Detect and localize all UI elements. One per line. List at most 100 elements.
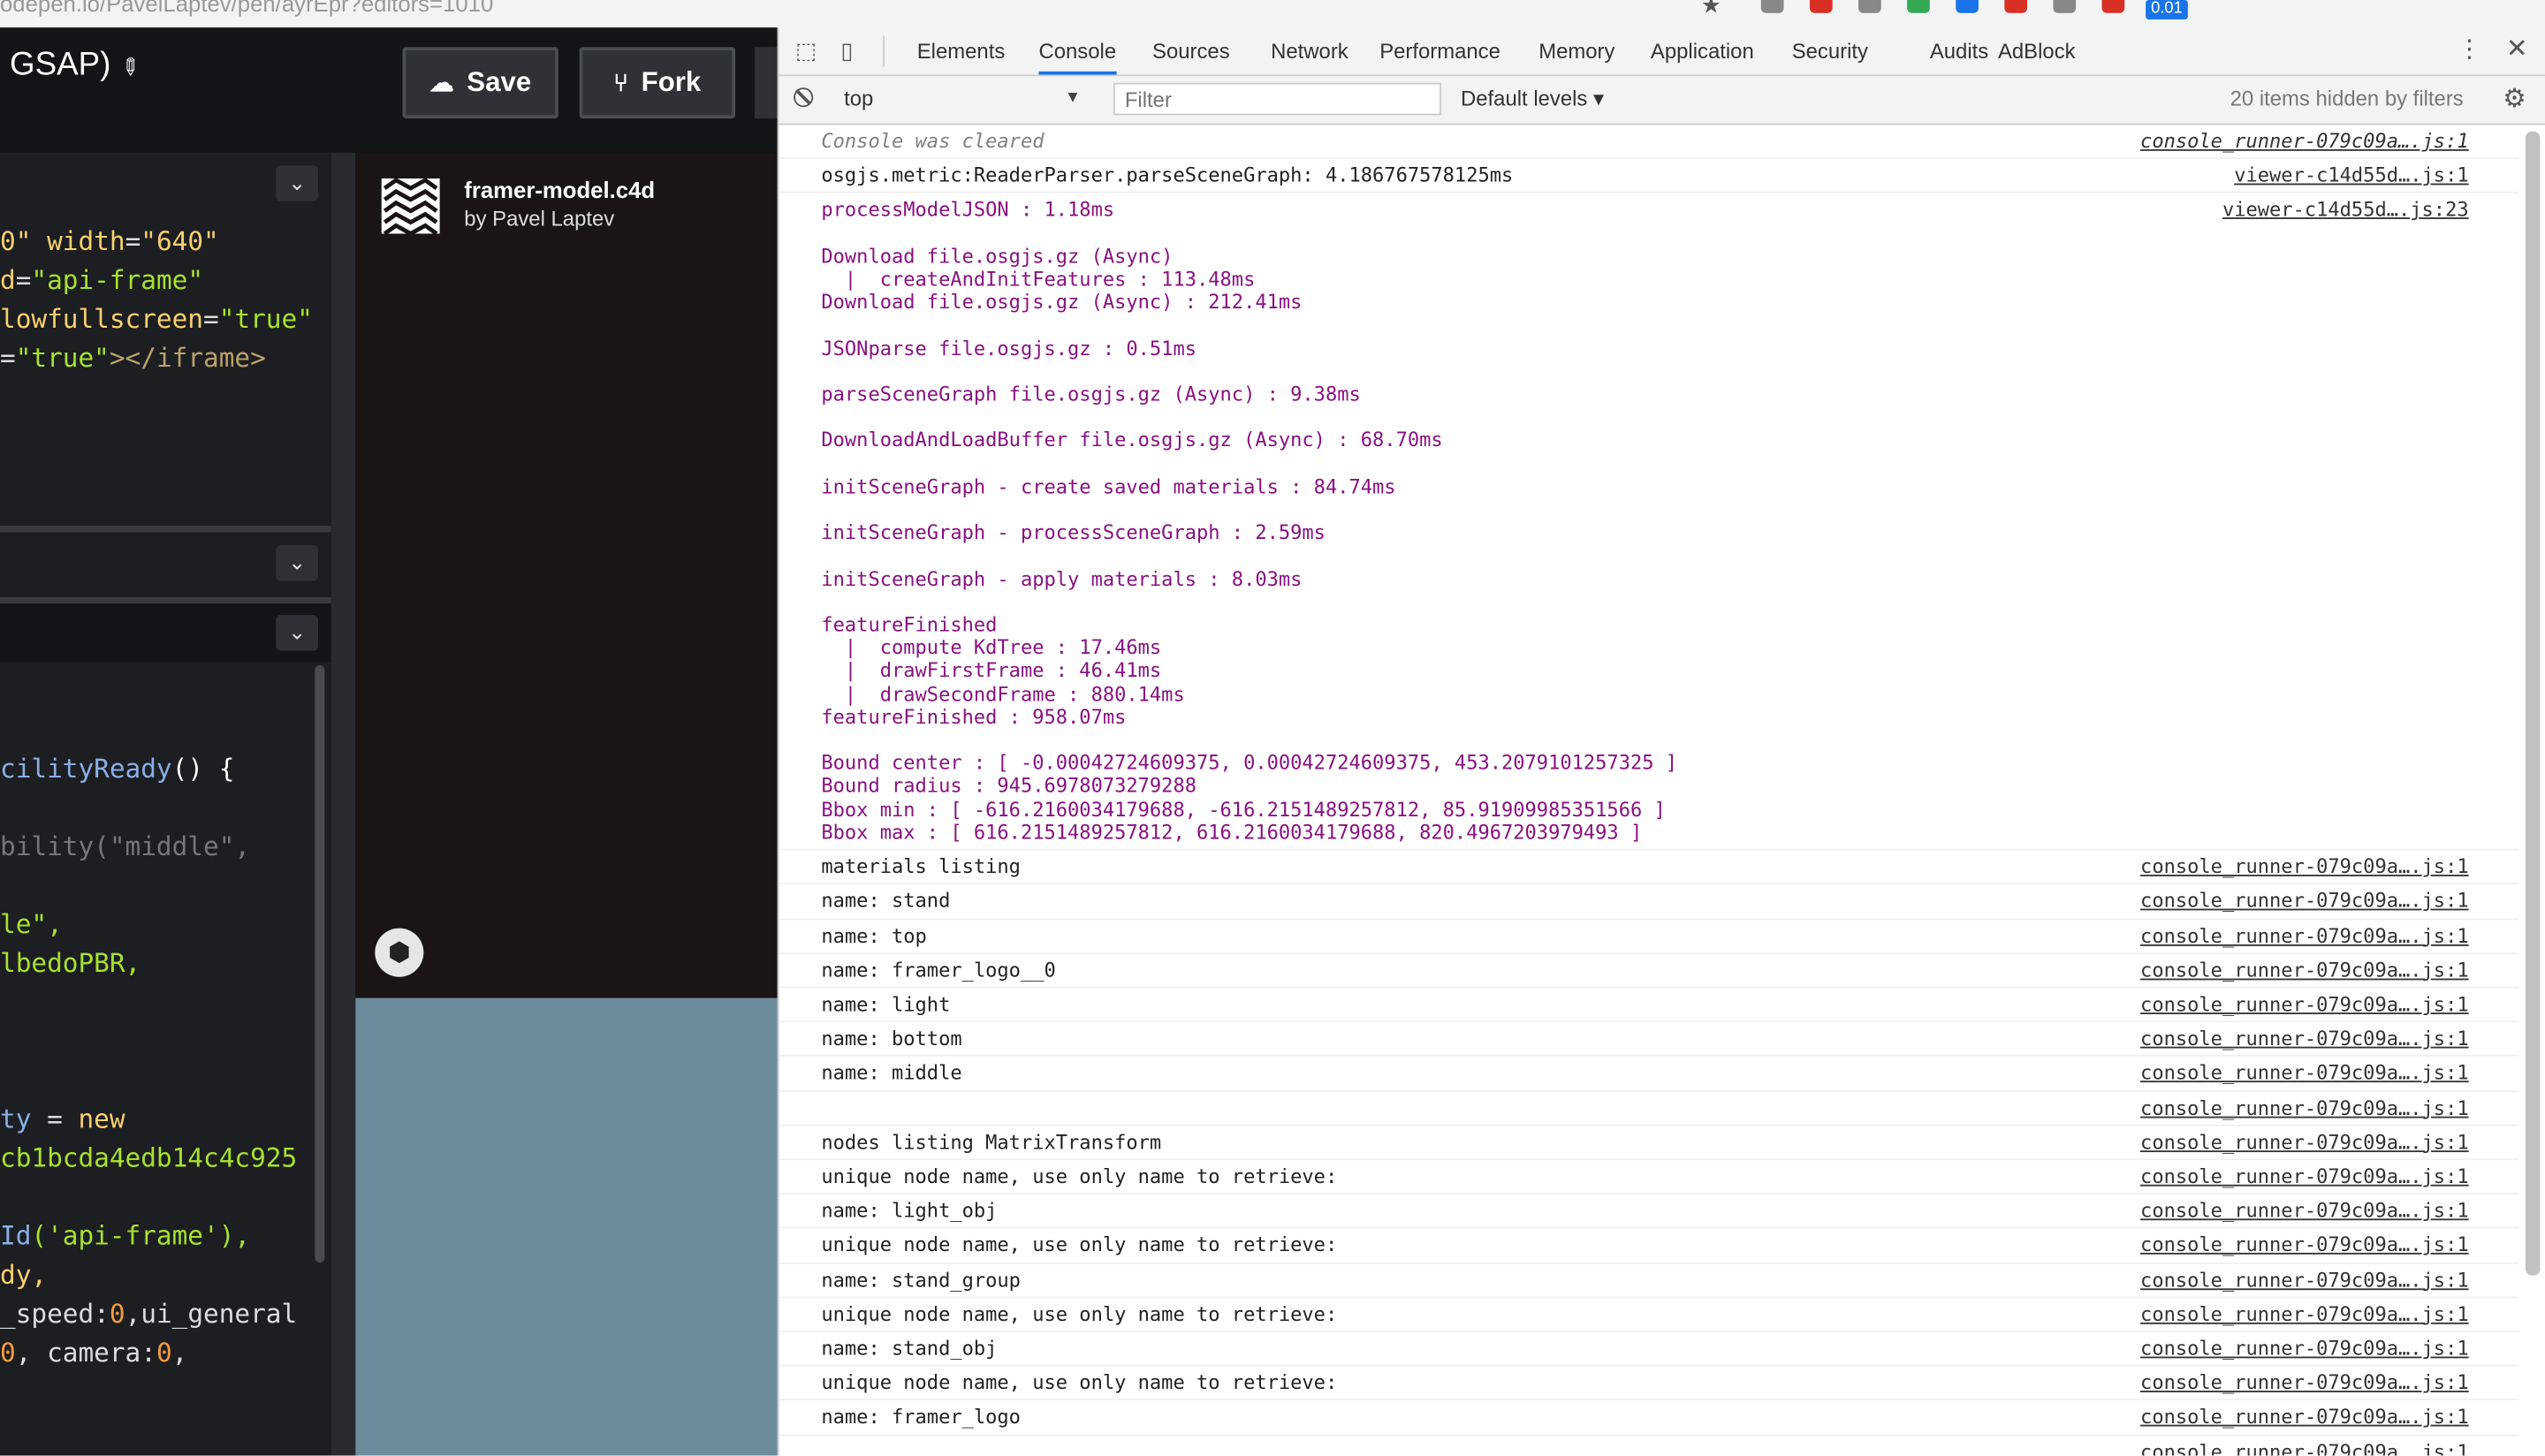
tab-security[interactable]: Security [1792, 27, 1868, 74]
console-message[interactable]: materials listing console_runner-079c09a…… [779, 851, 2519, 885]
source-link[interactable]: console_runner-079c09a….js:1 [2140, 1165, 2469, 1188]
code-line[interactable]: d="api-frame" [0, 264, 203, 295]
code-line[interactable]: cilityReady() { [0, 753, 234, 784]
console-message[interactable]: name: light_obj console_runner-079c09a….j… [779, 1194, 2519, 1229]
more-button[interactable] [755, 47, 778, 119]
code-line[interactable]: cb1bcda4edb14c4c925 [0, 1142, 297, 1173]
console-message[interactable]: unique node name, use only name to retri… [779, 1229, 2519, 1263]
tab-sources[interactable]: Sources [1152, 27, 1230, 74]
console-message[interactable]: name: top console_runner-079c09a….js:1 [779, 919, 2519, 954]
code-line[interactable]: _speed:0,ui_general [0, 1298, 297, 1329]
console-message[interactable]: nodes listing MatrixTransform console_run… [779, 1126, 2519, 1161]
tab-memory[interactable]: Memory [1538, 27, 1614, 74]
console-scrollbar[interactable] [2525, 131, 2541, 1276]
model-name[interactable]: framer-model.c4d [464, 177, 655, 202]
dropdown-arrow-icon[interactable]: ▼ [1065, 83, 1081, 116]
source-link[interactable]: console_runner-079c09a….js:1 [2140, 1268, 2469, 1291]
console-message[interactable]: osgjs.metric:ReaderParser.parseSceneGrap… [779, 159, 2519, 194]
code-line[interactable]: bility("middle", [0, 830, 250, 861]
html-editor[interactable]: ⌄ 0" width="640" d="api-frame" lowfullscre… [0, 152, 331, 527]
extension-icon[interactable] [1809, 0, 1833, 13]
source-link[interactable]: console_runner-079c09a….js:1 [2140, 1131, 2469, 1154]
fork-button[interactable]: ⑂ Fork [579, 47, 736, 119]
console-log[interactable]: Console was cleared console_runner-079c09… [779, 125, 2519, 1456]
source-link[interactable]: console_runner-079c09a….js:1 [2140, 993, 2469, 1016]
gear-icon[interactable]: ⚙ [2503, 83, 2526, 116]
extension-badge[interactable]: 0.01 [2146, 0, 2188, 20]
tab-performance[interactable]: Performance [1379, 27, 1500, 74]
console-message[interactable]: console_runner-079c09a….js:1 [779, 1091, 2519, 1126]
editor-divider[interactable] [0, 526, 331, 533]
code-line[interactable]: Id('api-frame'), [0, 1220, 250, 1251]
console-message[interactable]: name: framer_logo console_runner-079c09a…… [779, 1401, 2519, 1436]
source-link[interactable]: console_runner-079c09a….js:1 [2140, 1233, 2469, 1256]
source-link[interactable]: console_runner-079c09a….js:1 [2140, 1096, 2469, 1119]
close-icon[interactable]: ✕ [2506, 33, 2528, 65]
save-button[interactable]: ☁ Save [402, 47, 558, 119]
more-options-icon[interactable]: ⋮ [2458, 34, 2482, 63]
source-link[interactable]: console_runner-079c09a….js:1 [2140, 890, 2469, 913]
extension-icon[interactable] [1760, 0, 1784, 13]
code-line[interactable]: ="true"></iframe> [0, 343, 266, 374]
source-link[interactable]: console_runner-079c09a….js:1 [2140, 1337, 2469, 1360]
extension-icon[interactable] [2101, 0, 2125, 13]
source-link[interactable]: console_runner-079c09a….js:1 [2140, 1028, 2469, 1050]
cube-icon[interactable]: ⬢ [375, 928, 424, 977]
source-link[interactable]: console_runner-079c09a….js:1 [2140, 1062, 2469, 1085]
console-message[interactable]: name: light console_runner-079c09a….js:1 [779, 988, 2519, 1023]
context-selector[interactable]: top [844, 83, 1088, 116]
editor-preview-resizer[interactable] [330, 152, 356, 1456]
source-link[interactable]: console_runner-079c09a….js:1 [2140, 1200, 2469, 1223]
console-message[interactable]: name: bottom console_runner-079c09a….js:1 [779, 1022, 2519, 1058]
tab-application[interactable]: Application [1651, 27, 1754, 74]
code-line[interactable]: lowfullscreen="true" [0, 303, 313, 334]
console-message[interactable]: name: middle console_runner-079c09a….js:1 [779, 1057, 2519, 1092]
device-toolbar-icon[interactable]: ▯ [840, 37, 853, 64]
source-link[interactable]: console_runner-079c09a….js:1 [2140, 130, 2469, 153]
js-editor-scrollbar[interactable] [315, 665, 325, 1263]
model-author[interactable]: by Pavel Laptev [464, 206, 614, 231]
code-line[interactable]: 0" width="640" [0, 225, 219, 256]
source-link[interactable]: console_runner-079c09a….js:1 [2140, 1371, 2469, 1394]
tab-audits[interactable]: Audits [1930, 27, 1988, 74]
source-link[interactable]: console_runner-079c09a….js:1 [2140, 1302, 2469, 1325]
code-line[interactable]: lbedoPBR, [0, 948, 141, 979]
console-message[interactable]: name: stand_group console_runner-079c09a…… [779, 1263, 2519, 1298]
inspect-element-icon[interactable]: ⬚ [795, 37, 817, 64]
tab-console[interactable]: Console [1038, 27, 1117, 75]
chevron-down-icon[interactable]: ⌄ [276, 615, 318, 651]
source-link[interactable]: viewer-c14d55d….js:23 [2222, 199, 2469, 222]
code-line[interactable]: le", [0, 909, 63, 940]
tab-elements[interactable]: Elements [917, 27, 1006, 74]
source-link[interactable]: console_runner-079c09a….js:1 [2140, 924, 2469, 947]
console-message[interactable]: name: stand_obj console_runner-079c09a….j… [779, 1332, 2519, 1367]
source-link[interactable]: viewer-c14d55d….js:1 [2234, 164, 2468, 187]
extension-icon[interactable] [1907, 0, 1930, 13]
chevron-down-icon[interactable]: ⌄ [276, 545, 318, 581]
source-link[interactable]: console_runner-079c09a….js:1 [2140, 855, 2469, 878]
tab-network[interactable]: Network [1271, 27, 1348, 74]
bookmark-star-icon[interactable]: ★ [1701, 0, 1721, 19]
extension-icon[interactable] [2053, 0, 2077, 13]
console-message[interactable]: Console was cleared console_runner-079c09… [779, 125, 2519, 160]
console-message[interactable]: unique node name, use only name to retri… [779, 1367, 2519, 1401]
log-levels-dropdown[interactable]: Default levels ▾ [1461, 83, 1604, 116]
extension-icon[interactable] [1956, 0, 1979, 13]
pencil-icon[interactable]: ✎ [113, 51, 147, 84]
css-editor[interactable]: ⌄ [0, 532, 331, 597]
console-message[interactable]: console_runner-079c09a….js:1 [779, 1436, 2519, 1455]
js-editor[interactable]: ⌄ cilityReady() { bility("middle", le", lbe… [0, 603, 331, 1456]
clear-console-icon[interactable] [794, 87, 814, 108]
console-message[interactable]: unique node name, use only name to retri… [779, 1160, 2519, 1195]
extension-icon[interactable] [2004, 0, 2028, 13]
code-line[interactable]: dy, [0, 1259, 47, 1290]
extension-icon[interactable] [1858, 0, 1881, 13]
code-line[interactable]: ty = new [0, 1103, 125, 1134]
console-message[interactable]: name: framer_logo__0 console_runner-079c0… [779, 953, 2519, 989]
console-message[interactable]: name: stand console_runner-079c09a….js:1 [779, 885, 2519, 920]
chevron-down-icon[interactable]: ⌄ [276, 165, 318, 201]
console-message[interactable]: unique node name, use only name to retri… [779, 1298, 2519, 1332]
source-link[interactable]: console_runner-079c09a….js:1 [2140, 1440, 2469, 1455]
source-link[interactable]: console_runner-079c09a….js:1 [2140, 959, 2469, 982]
filter-input[interactable] [1113, 82, 1441, 116]
